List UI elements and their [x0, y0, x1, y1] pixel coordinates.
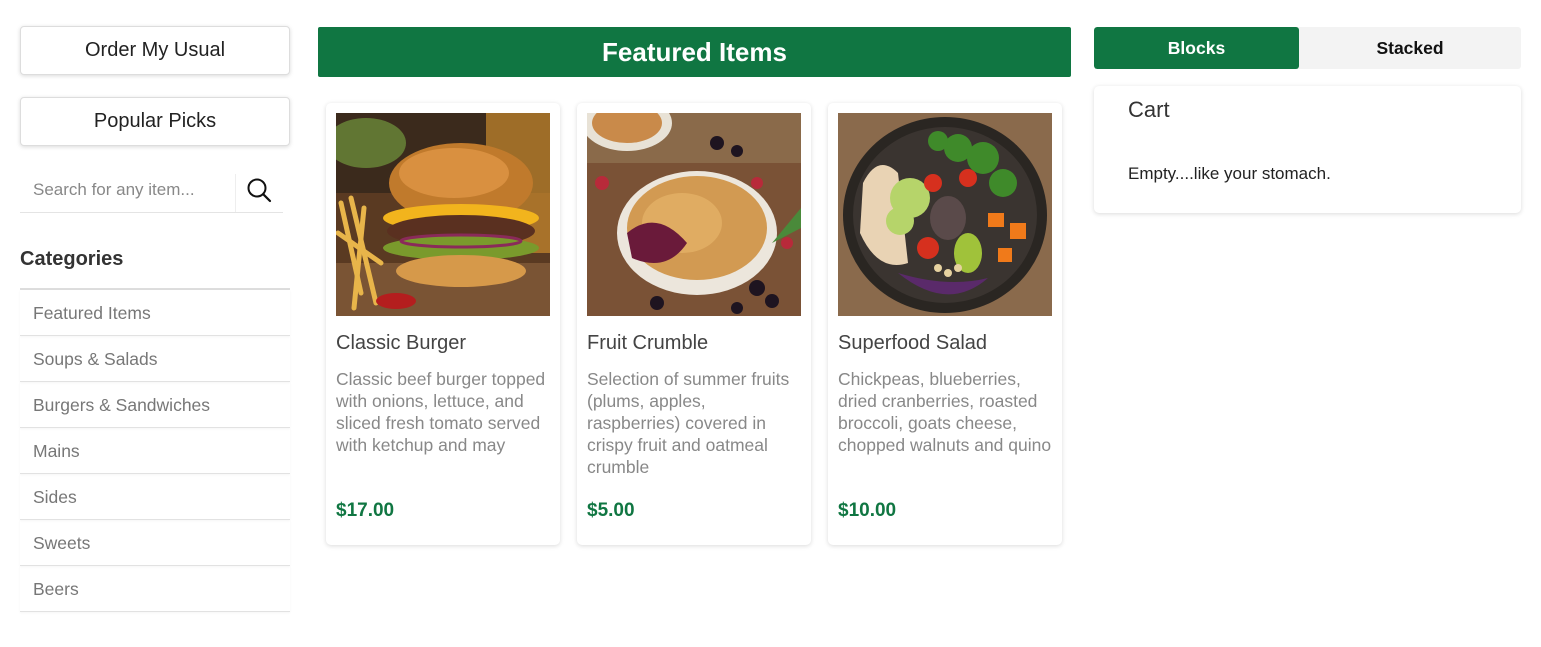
category-item-soups-salads[interactable]: Soups & Salads	[20, 336, 290, 382]
featured-items-banner: Featured Items	[318, 27, 1071, 77]
popular-picks-button[interactable]: Popular Picks	[20, 97, 290, 146]
product-description: Selection of summer fruits (plums, apple…	[587, 369, 790, 477]
search-bar	[20, 168, 283, 213]
product-price: $5.00	[587, 500, 635, 521]
cart-panel: Cart Empty....like your stomach.	[1094, 86, 1521, 213]
cart-empty-message: Empty....like your stomach.	[1128, 164, 1331, 183]
product-name: Fruit Crumble	[587, 332, 709, 354]
cart-title: Cart	[1128, 97, 1170, 122]
sidebar: Order My Usual Popular Picks Categories …	[20, 26, 290, 612]
crumble-photo	[587, 113, 801, 316]
product-card-classic-burger[interactable]: Classic Burger Classic beef burger toppe…	[326, 103, 560, 545]
product-card-superfood-salad[interactable]: Superfood Salad Chickpeas, blueberries, …	[828, 103, 1062, 545]
product-description: Classic beef burger topped with onions, …	[336, 369, 546, 455]
categories-heading: Categories	[20, 248, 124, 270]
category-item-sweets[interactable]: Sweets	[20, 520, 290, 566]
category-item-burgers-sandwiches[interactable]: Burgers & Sandwiches	[20, 382, 290, 428]
search-icon[interactable]	[246, 177, 272, 203]
product-card-fruit-crumble[interactable]: Fruit Crumble Selection of summer fruits…	[577, 103, 811, 545]
product-name: Classic Burger	[336, 332, 467, 354]
burger-photo	[336, 113, 550, 316]
blocks-view-button[interactable]: Blocks	[1094, 27, 1299, 69]
view-toggle: Blocks Stacked	[1094, 27, 1521, 69]
order-my-usual-button[interactable]: Order My Usual	[20, 26, 290, 75]
category-list: Featured Items Soups & Salads Burgers & …	[20, 288, 290, 612]
product-price: $17.00	[336, 500, 395, 521]
search-input[interactable]	[20, 170, 230, 210]
product-name: Superfood Salad	[838, 332, 988, 354]
product-price: $10.00	[838, 500, 897, 521]
stacked-view-button[interactable]: Stacked	[1299, 27, 1521, 69]
product-description: Chickpeas, blueberries, dried cranberrie…	[838, 369, 1052, 455]
category-item-sides[interactable]: Sides	[20, 474, 290, 520]
salad-photo	[838, 113, 1052, 316]
search-divider	[235, 174, 236, 212]
category-item-mains[interactable]: Mains	[20, 428, 290, 474]
product-grid: Classic Burger Classic beef burger toppe…	[326, 103, 1079, 545]
category-item-featured-items[interactable]: Featured Items	[20, 290, 290, 336]
category-item-beers[interactable]: Beers	[20, 566, 290, 612]
